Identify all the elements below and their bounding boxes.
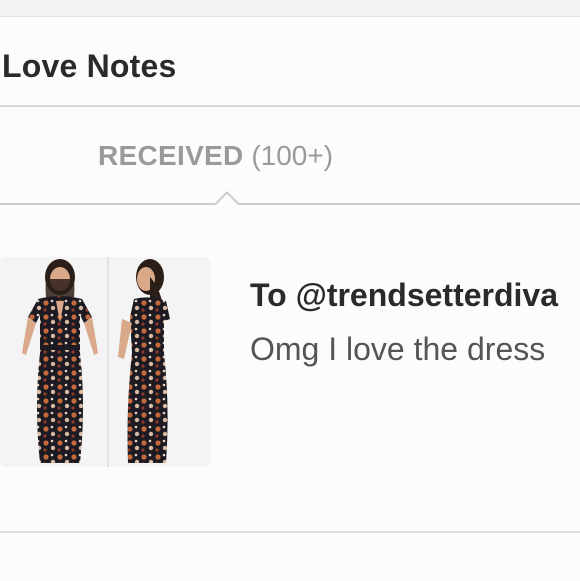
page-header: Love Notes <box>0 17 580 107</box>
note-recipient[interactable]: To @trendsetterdiva <box>250 277 558 314</box>
tab-received[interactable]: RECEIVED (100+) <box>98 140 333 172</box>
love-notes-panel: Love Notes RECEIVED (100+) To @trendsett… <box>0 16 580 581</box>
tab-received-count: (100+) <box>251 140 334 171</box>
love-note-item[interactable]: To @trendsetterdiva Omg I love the dress <box>0 205 580 533</box>
tab-bar: RECEIVED (100+) <box>0 107 580 205</box>
note-message: Omg I love the dress <box>250 331 546 367</box>
screen: Love Notes RECEIVED (100+) To @trendsett… <box>0 0 580 581</box>
tab-received-label: RECEIVED <box>98 140 244 171</box>
page-title: Love Notes <box>2 48 177 84</box>
dress-photo-icon[interactable] <box>0 257 210 467</box>
